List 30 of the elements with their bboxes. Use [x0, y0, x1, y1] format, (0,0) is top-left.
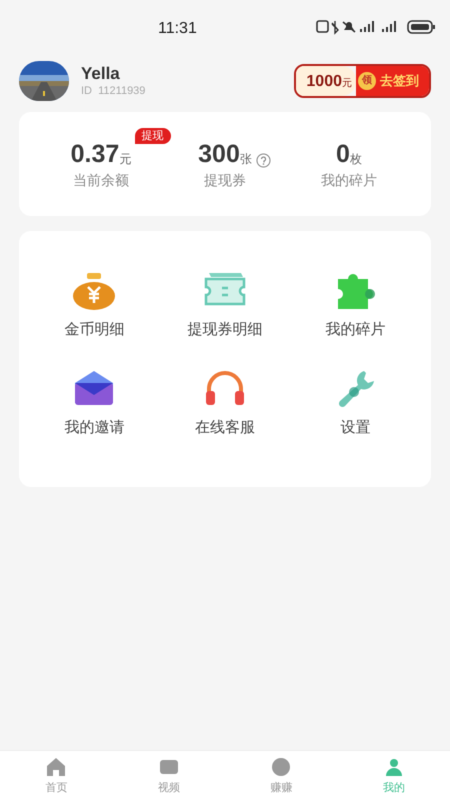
menu-item[interactable]: 我的碎片	[290, 269, 421, 367]
user-id: ID 11211939	[81, 84, 146, 98]
signal-icon	[382, 21, 396, 32]
claim-badge: 领	[358, 72, 376, 90]
menu-item[interactable]: 我的邀请	[29, 367, 160, 465]
stat-unit: 枚	[350, 150, 362, 168]
menu-item[interactable]: 提现券明细	[160, 269, 290, 367]
bluetooth-icon	[331, 20, 339, 35]
stat-unit: 元	[119, 150, 132, 168]
stat-unit: 张	[240, 150, 252, 168]
mute-icon	[342, 21, 356, 33]
signin-button[interactable]: 1000元 领 去签到	[294, 64, 431, 98]
stat-value: 300	[198, 140, 240, 168]
reward-unit: 元	[342, 76, 352, 90]
help-icon[interactable]	[256, 152, 271, 168]
status-time: 11:31	[158, 19, 197, 39]
menu-item[interactable]: 在线客服	[160, 367, 290, 465]
stat-value: 0	[336, 140, 350, 168]
stat-label: 提现券	[204, 170, 246, 190]
stat-value: 0.37	[70, 140, 120, 168]
menu-item[interactable]: 金币明细	[29, 269, 160, 367]
user-name: Yella	[81, 64, 121, 84]
reward-amount: 1000	[306, 72, 342, 90]
menu-item[interactable]: 设置	[290, 367, 421, 465]
stat-label: 我的碎片	[321, 170, 377, 190]
signin-label: 去签到	[380, 72, 419, 90]
withdraw-tag[interactable]: 提现	[134, 128, 171, 144]
signal-icon	[360, 21, 374, 32]
stat-label: 当前余额	[73, 170, 129, 190]
battery-icon	[407, 20, 435, 34]
